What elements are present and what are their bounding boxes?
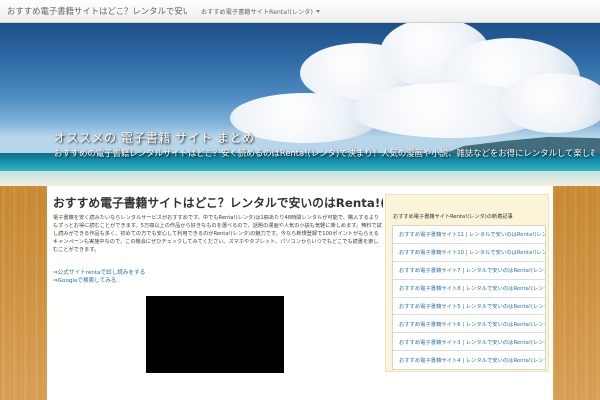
recent-posts-list: おすすめ電子書籍サイト11 | レンタルで安いのはRenta!(レンタ) おすす… (392, 225, 546, 371)
post-body: 電子書籍を安く読みたいならレンタルサービスがおすすめです。中でもRenta!(レ… (53, 215, 382, 253)
recent-post-link[interactable]: おすすめ電子書籍サイト10 | レンタルで安いのはRenta!(レンタ) (393, 244, 545, 262)
chevron-down-icon (315, 9, 320, 13)
site-description: おすすめの電子書籍レンタルサイトはどこ？安く読めるのはRenta!(レンタ)で決… (54, 148, 594, 158)
nav-dropdown-label: おすすめ電子書籍サイトRenta!(レンタ) (201, 8, 313, 16)
sidebar: おすすめ電子書籍サイトRenta!(レンタ)の新着記事 おすすめ電子書籍サイト1… (385, 194, 549, 372)
sidebar-heading: おすすめ電子書籍サイトRenta!(レンタ)の新着記事 (393, 214, 513, 220)
recent-post-link[interactable]: おすすめ電子書籍サイト8 | レンタルで安いのはRenta!(レンタ) (393, 280, 545, 298)
post-title: おすすめ電子書籍サイトはどこ？レンタルで安いのはRenta!(レンタ) (53, 196, 383, 210)
recent-post-link[interactable]: おすすめ電子書籍サイト5 | レンタルで安いのはRenta!(レンタ) (393, 298, 545, 316)
content-area: おすすめ電子書籍サイトはどこ？レンタルで安いのはRenta!(レンタ) 電子書籍… (47, 186, 553, 400)
cloud-decoration (500, 73, 600, 133)
recent-post-link[interactable]: おすすめ電子書籍サイト6 | レンタルで安いのはRenta!(レンタ) (393, 315, 545, 334)
site-brand-link[interactable]: おすすめ電子書籍サイトはどこ？レンタルで安いのはRenta!(レンタ) (7, 5, 187, 17)
google-search-link[interactable]: ⇒Googleで検索してみる. (53, 277, 145, 285)
video-embed[interactable] (146, 296, 284, 373)
recent-post-link[interactable]: おすすめ電子書籍サイト4 | レンタルで安いのはRenta!(レンタ) (393, 351, 545, 369)
recent-post-link[interactable]: おすすめ電子書籍サイト3 | レンタルで安いのはRenta!(レンタ) (393, 333, 545, 352)
post-links: ⇒公式サイトrentaで試し読みをする ⇒Googleで検索してみる. (53, 269, 145, 285)
beach-decoration (0, 171, 600, 186)
top-navbar: おすすめ電子書籍サイトはどこ？レンタルで安いのはRenta!(レンタ) おすすめ… (0, 0, 600, 23)
nav-dropdown-menu[interactable]: おすすめ電子書籍サイトRenta!(レンタ) (201, 7, 320, 16)
header-banner: オススメの 電子書籍 サイト まとめ おすすめの電子書籍レンタルサイトはどこ？安… (0, 23, 600, 186)
site-title[interactable]: オススメの 電子書籍 サイト まとめ (54, 129, 254, 146)
official-site-link[interactable]: ⇒公式サイトrentaで試し読みをする (53, 269, 145, 277)
recent-post-link[interactable]: おすすめ電子書籍サイト7 | レンタルで安いのはRenta!(レンタ) (393, 262, 545, 280)
recent-post-link[interactable]: おすすめ電子書籍サイト11 | レンタルで安いのはRenta!(レンタ) (393, 226, 545, 244)
